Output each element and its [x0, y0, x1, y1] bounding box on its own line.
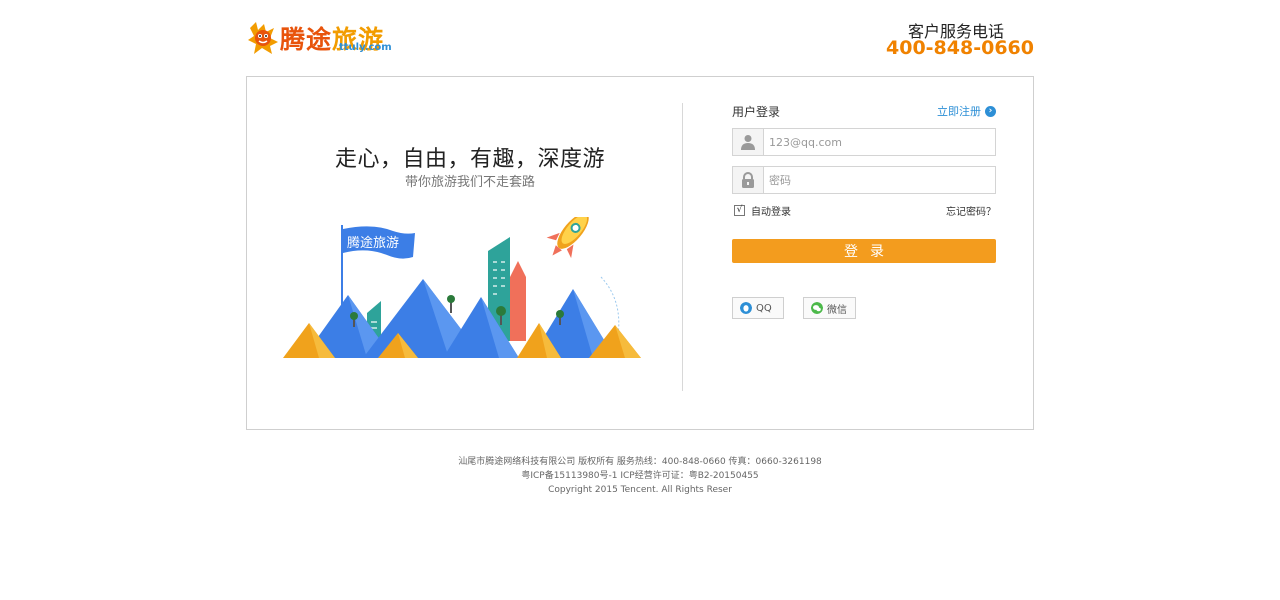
password-field: [732, 166, 996, 194]
wechat-login-button[interactable]: 微信: [803, 297, 856, 319]
hero-slogan: 走心，自由，有趣，深度游: [334, 147, 605, 172]
register-link[interactable]: 立即注册 ›: [937, 103, 996, 119]
footer-company: 汕尾市腾途网络科技有限公司 版权所有 服务热线：400-848-0660 传真：…: [458, 457, 822, 467]
wechat-icon: [811, 302, 823, 314]
footer-copyright: Copyright 2015 Tencent. All Rights Reser: [548, 485, 732, 495]
hero-subtitle: 带你旅游我们不走套路: [404, 175, 535, 190]
password-input[interactable]: [764, 167, 995, 193]
username-input[interactable]: [764, 129, 995, 155]
logo-domain: ttuly.com: [339, 42, 392, 53]
logo[interactable]: 腾途旅游 ttuly.com: [246, 18, 392, 58]
header: 腾途旅游 ttuly.com 客户服务电话 400-848-0660: [246, 18, 1034, 62]
travel-illustration: 腾途旅游: [283, 217, 641, 358]
remember-label: 自动登录: [751, 207, 791, 218]
service-phone: 400-848-0660: [886, 37, 1034, 59]
lock-icon: [733, 167, 764, 193]
wechat-label: 微信: [827, 304, 847, 316]
forgot-password-link[interactable]: 忘记密码？: [946, 203, 996, 218]
qq-icon: [740, 302, 752, 314]
arrow-right-circle-icon: ›: [985, 105, 996, 117]
flag-text: 腾途旅游: [347, 235, 399, 251]
remember-checkbox[interactable]: √: [734, 205, 745, 216]
login-title: 用户登录: [732, 105, 781, 119]
remember-me[interactable]: √ 自动登录: [734, 203, 791, 218]
qq-login-button[interactable]: QQ: [732, 297, 784, 319]
footer-icp: 粤ICP备15113980号-1 ICP经营许可证：粤B2-20150455: [521, 471, 759, 481]
username-field: [732, 128, 996, 156]
user-icon: [733, 129, 764, 155]
login-button[interactable]: 登录: [732, 239, 996, 263]
dragon-mascot-icon: [248, 22, 278, 54]
qq-label: QQ: [756, 302, 772, 314]
register-label: 立即注册: [937, 105, 981, 118]
login-form: 用户登录 立即注册 › √ 自动登录 忘记密码？ 登录 QQ: [732, 77, 996, 429]
main-panel: 走心，自由，有趣，深度游 带你旅游我们不走套路 腾途旅游 用户登录 立即注册 ›…: [246, 76, 1034, 430]
footer: 汕尾市腾途网络科技有限公司 版权所有 服务热线：400-848-0660 传真：…: [0, 455, 1280, 497]
panel-divider: [682, 103, 683, 391]
